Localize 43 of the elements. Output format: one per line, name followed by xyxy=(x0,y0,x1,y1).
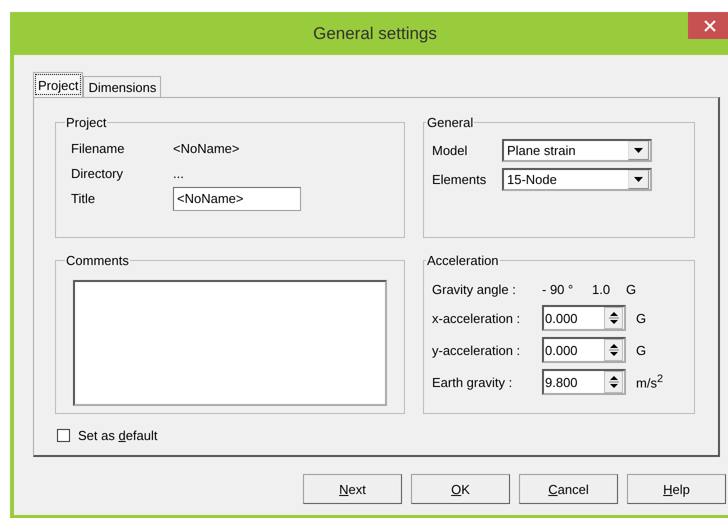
dropdown[interactable]: Plane strain xyxy=(502,139,652,162)
spin-arrows-icon xyxy=(608,342,618,358)
unit-label: G xyxy=(626,282,636,296)
field-value: - 90 ° xyxy=(542,282,574,296)
spin-field[interactable]: 9.800 xyxy=(542,369,626,395)
spin-field[interactable]: 0.000 xyxy=(542,337,626,363)
field-label: Elements xyxy=(432,172,488,187)
dialog-button[interactable]: Next xyxy=(303,474,402,504)
dialog-button[interactable]: OK xyxy=(411,474,510,504)
field-label: Model xyxy=(432,143,468,158)
tab[interactable]: Dimensions xyxy=(83,76,162,97)
spin-field[interactable]: 0.000 xyxy=(542,305,626,331)
caret-icon xyxy=(634,177,643,182)
field-label: Title xyxy=(71,191,96,206)
window-title: General settings xyxy=(313,24,437,44)
field-label: Gravity angle : xyxy=(432,282,517,296)
group-title: Acceleration xyxy=(426,253,500,268)
group-title: Project xyxy=(65,115,108,130)
spin-arrows-icon xyxy=(608,310,618,326)
spin-arrows-icon xyxy=(608,374,618,390)
dialog-button[interactable]: Cancel xyxy=(519,474,618,504)
caret-icon xyxy=(634,148,643,153)
unit-label: m/s$^{2}$ xyxy=(636,373,663,391)
title-field[interactable]: <NoName> xyxy=(173,186,301,210)
close-button[interactable] xyxy=(688,12,728,39)
group-title: General xyxy=(426,115,474,130)
field-label: Earth gravity : xyxy=(432,374,514,390)
set-default-checkbox[interactable]: Set as default xyxy=(57,428,158,443)
group-title: Comments xyxy=(65,253,130,268)
field-label: y-acceleration : xyxy=(432,342,522,358)
comments-field[interactable] xyxy=(73,280,387,406)
dialog-button[interactable]: Help xyxy=(627,474,726,504)
field-value: ... xyxy=(173,166,184,181)
tab[interactable]: Project xyxy=(33,72,84,97)
field-value: 1.0 xyxy=(592,282,612,296)
field-label: x-acceleration : xyxy=(432,310,522,326)
close-icon xyxy=(704,20,716,32)
field-label: Directory xyxy=(71,166,124,181)
unit-label: G xyxy=(636,342,646,358)
field-value: <NoName> xyxy=(173,141,240,156)
field-label: Filename xyxy=(71,141,126,156)
dropdown[interactable]: 15-Node xyxy=(502,168,652,191)
unit-label: G xyxy=(636,310,646,326)
